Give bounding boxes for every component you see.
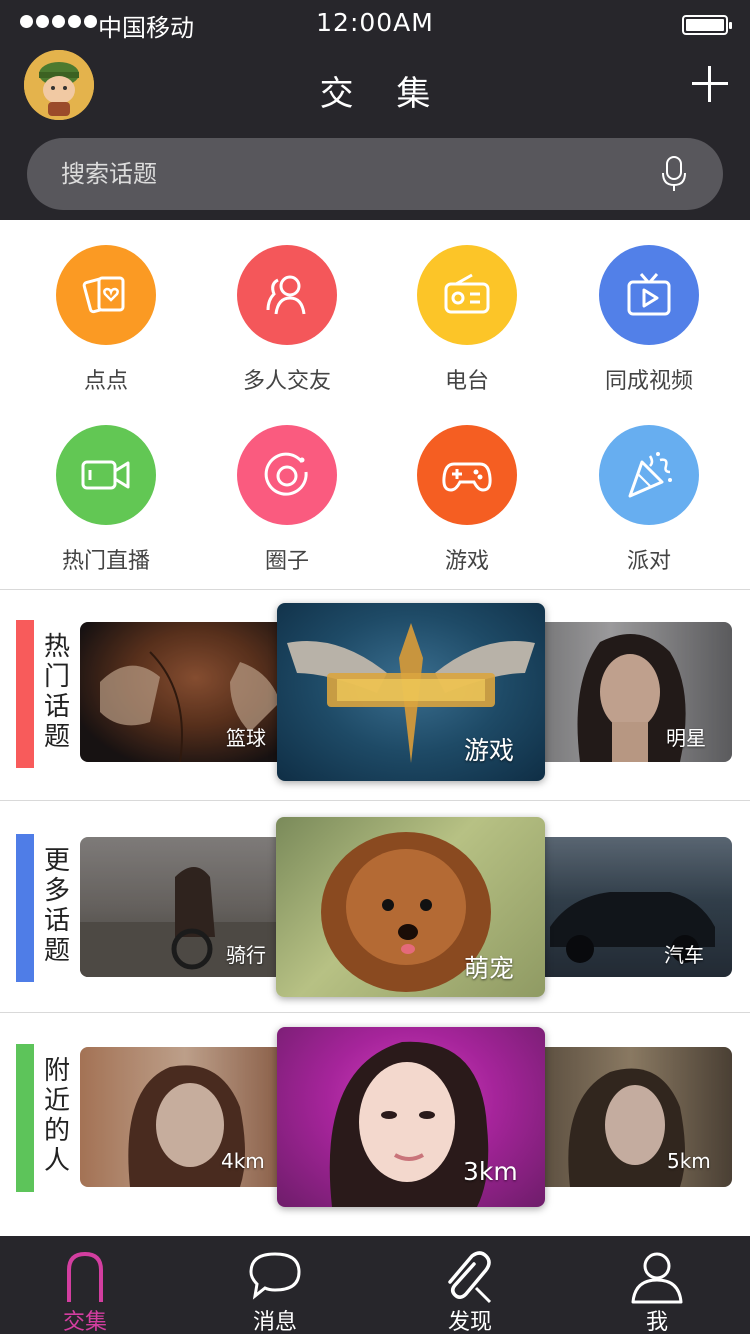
chat-bubble-icon — [249, 1252, 301, 1300]
microphone-icon[interactable] — [661, 156, 687, 192]
topic-card-car[interactable]: 汽车 — [530, 837, 732, 977]
category-multi-friends[interactable]: 多人交友 — [197, 245, 377, 395]
topic-caption: 游戏 — [464, 736, 515, 765]
paperclip-icon — [448, 1251, 492, 1304]
tv-play-icon — [599, 245, 699, 345]
category-games[interactable]: 游戏 — [377, 425, 557, 575]
category-radio[interactable]: 电台 — [377, 245, 557, 395]
topic-card-cycling[interactable]: 骑行 — [80, 837, 290, 977]
status-time: 12:00AM — [316, 8, 434, 37]
search-bar[interactable] — [27, 138, 723, 210]
category-label: 多人交友 — [242, 369, 331, 394]
bottom-tab-bar: 交集 消息 发现 我 — [0, 1236, 750, 1334]
category-live[interactable]: 热门直播 — [16, 425, 196, 575]
page-title: 交 集 — [319, 74, 447, 114]
app-header: 中国移动 12:00AM 交 集 — [0, 0, 750, 220]
category-circle[interactable]: 圈子 — [197, 425, 377, 575]
people-icon — [237, 245, 337, 345]
category-label: 派对 — [626, 549, 671, 574]
topic-card-pets[interactable]: 萌宠 — [276, 817, 545, 997]
battery-icon — [682, 15, 732, 35]
nearby-distance: 5km — [667, 1149, 711, 1173]
divider — [0, 589, 750, 590]
section-title: 热门话题 — [43, 632, 70, 752]
user-icon — [631, 1252, 683, 1304]
category-label: 圈子 — [264, 549, 309, 574]
category-grid: 点点 多人交友 电台 同成视频 热门直播 圈子 游戏 派对 — [0, 220, 750, 590]
nearby-distance: 3km — [463, 1157, 518, 1186]
category-dian-dian[interactable]: 点点 — [16, 245, 196, 395]
nearby-card-3km[interactable]: 3km — [277, 1027, 545, 1207]
category-video[interactable]: 同成视频 — [559, 245, 739, 395]
nearby-card-4km[interactable]: 4km — [80, 1047, 290, 1187]
category-label: 点点 — [83, 369, 128, 394]
tab-messages[interactable]: 消息 — [200, 1236, 350, 1334]
search-input[interactable] — [61, 138, 621, 210]
topic-caption: 明星 — [666, 726, 706, 750]
tab-label: 消息 — [252, 1310, 297, 1334]
topic-caption: 萌宠 — [464, 954, 515, 983]
topic-caption: 骑行 — [226, 943, 266, 967]
section-nearby-people: 附近的人 4km 5km 3km — [0, 1020, 750, 1230]
tab-label: 我 — [645, 1310, 668, 1334]
topic-caption: 篮球 — [226, 726, 266, 750]
nearby-card-5km[interactable]: 5km — [530, 1047, 732, 1187]
section-color-bar — [16, 620, 34, 768]
tab-discover[interactable]: 发现 — [395, 1236, 545, 1334]
tab-label: 交集 — [62, 1310, 107, 1334]
arch-icon — [67, 1251, 103, 1302]
gamepad-icon — [417, 425, 517, 525]
topic-card-celebrity[interactable]: 明星 — [530, 622, 732, 762]
divider — [0, 800, 750, 801]
tab-me[interactable]: 我 — [582, 1236, 732, 1334]
heart-card-icon — [56, 245, 156, 345]
tab-label: 发现 — [447, 1310, 492, 1334]
status-bar: 中国移动 12:00AM — [0, 6, 750, 42]
topic-card-game[interactable]: 游戏 — [277, 603, 545, 781]
topic-caption: 汽车 — [664, 943, 704, 967]
category-label: 电台 — [444, 369, 489, 394]
category-label: 热门直播 — [61, 549, 150, 574]
radio-icon — [417, 245, 517, 345]
nearby-distance: 4km — [221, 1149, 265, 1173]
category-party[interactable]: 派对 — [559, 425, 739, 575]
add-icon[interactable] — [692, 66, 728, 102]
category-label: 游戏 — [444, 549, 489, 574]
section-more-topics: 更多话题 骑行 汽车 萌宠 — [0, 810, 750, 1020]
section-hot-topics: 热门话题 篮球 明星 游戏 — [0, 600, 750, 810]
section-title: 附近的人 — [43, 1056, 70, 1176]
topic-card-basketball[interactable]: 篮球 — [80, 622, 290, 762]
party-popper-icon — [599, 425, 699, 525]
video-camera-icon — [56, 425, 156, 525]
section-color-bar — [16, 1044, 34, 1192]
category-label: 同成视频 — [604, 369, 693, 394]
divider — [0, 1012, 750, 1013]
tab-jiaoji[interactable]: 交集 — [10, 1236, 160, 1334]
circle-icon — [237, 425, 337, 525]
section-color-bar — [16, 834, 34, 982]
section-title: 更多话题 — [43, 846, 70, 966]
